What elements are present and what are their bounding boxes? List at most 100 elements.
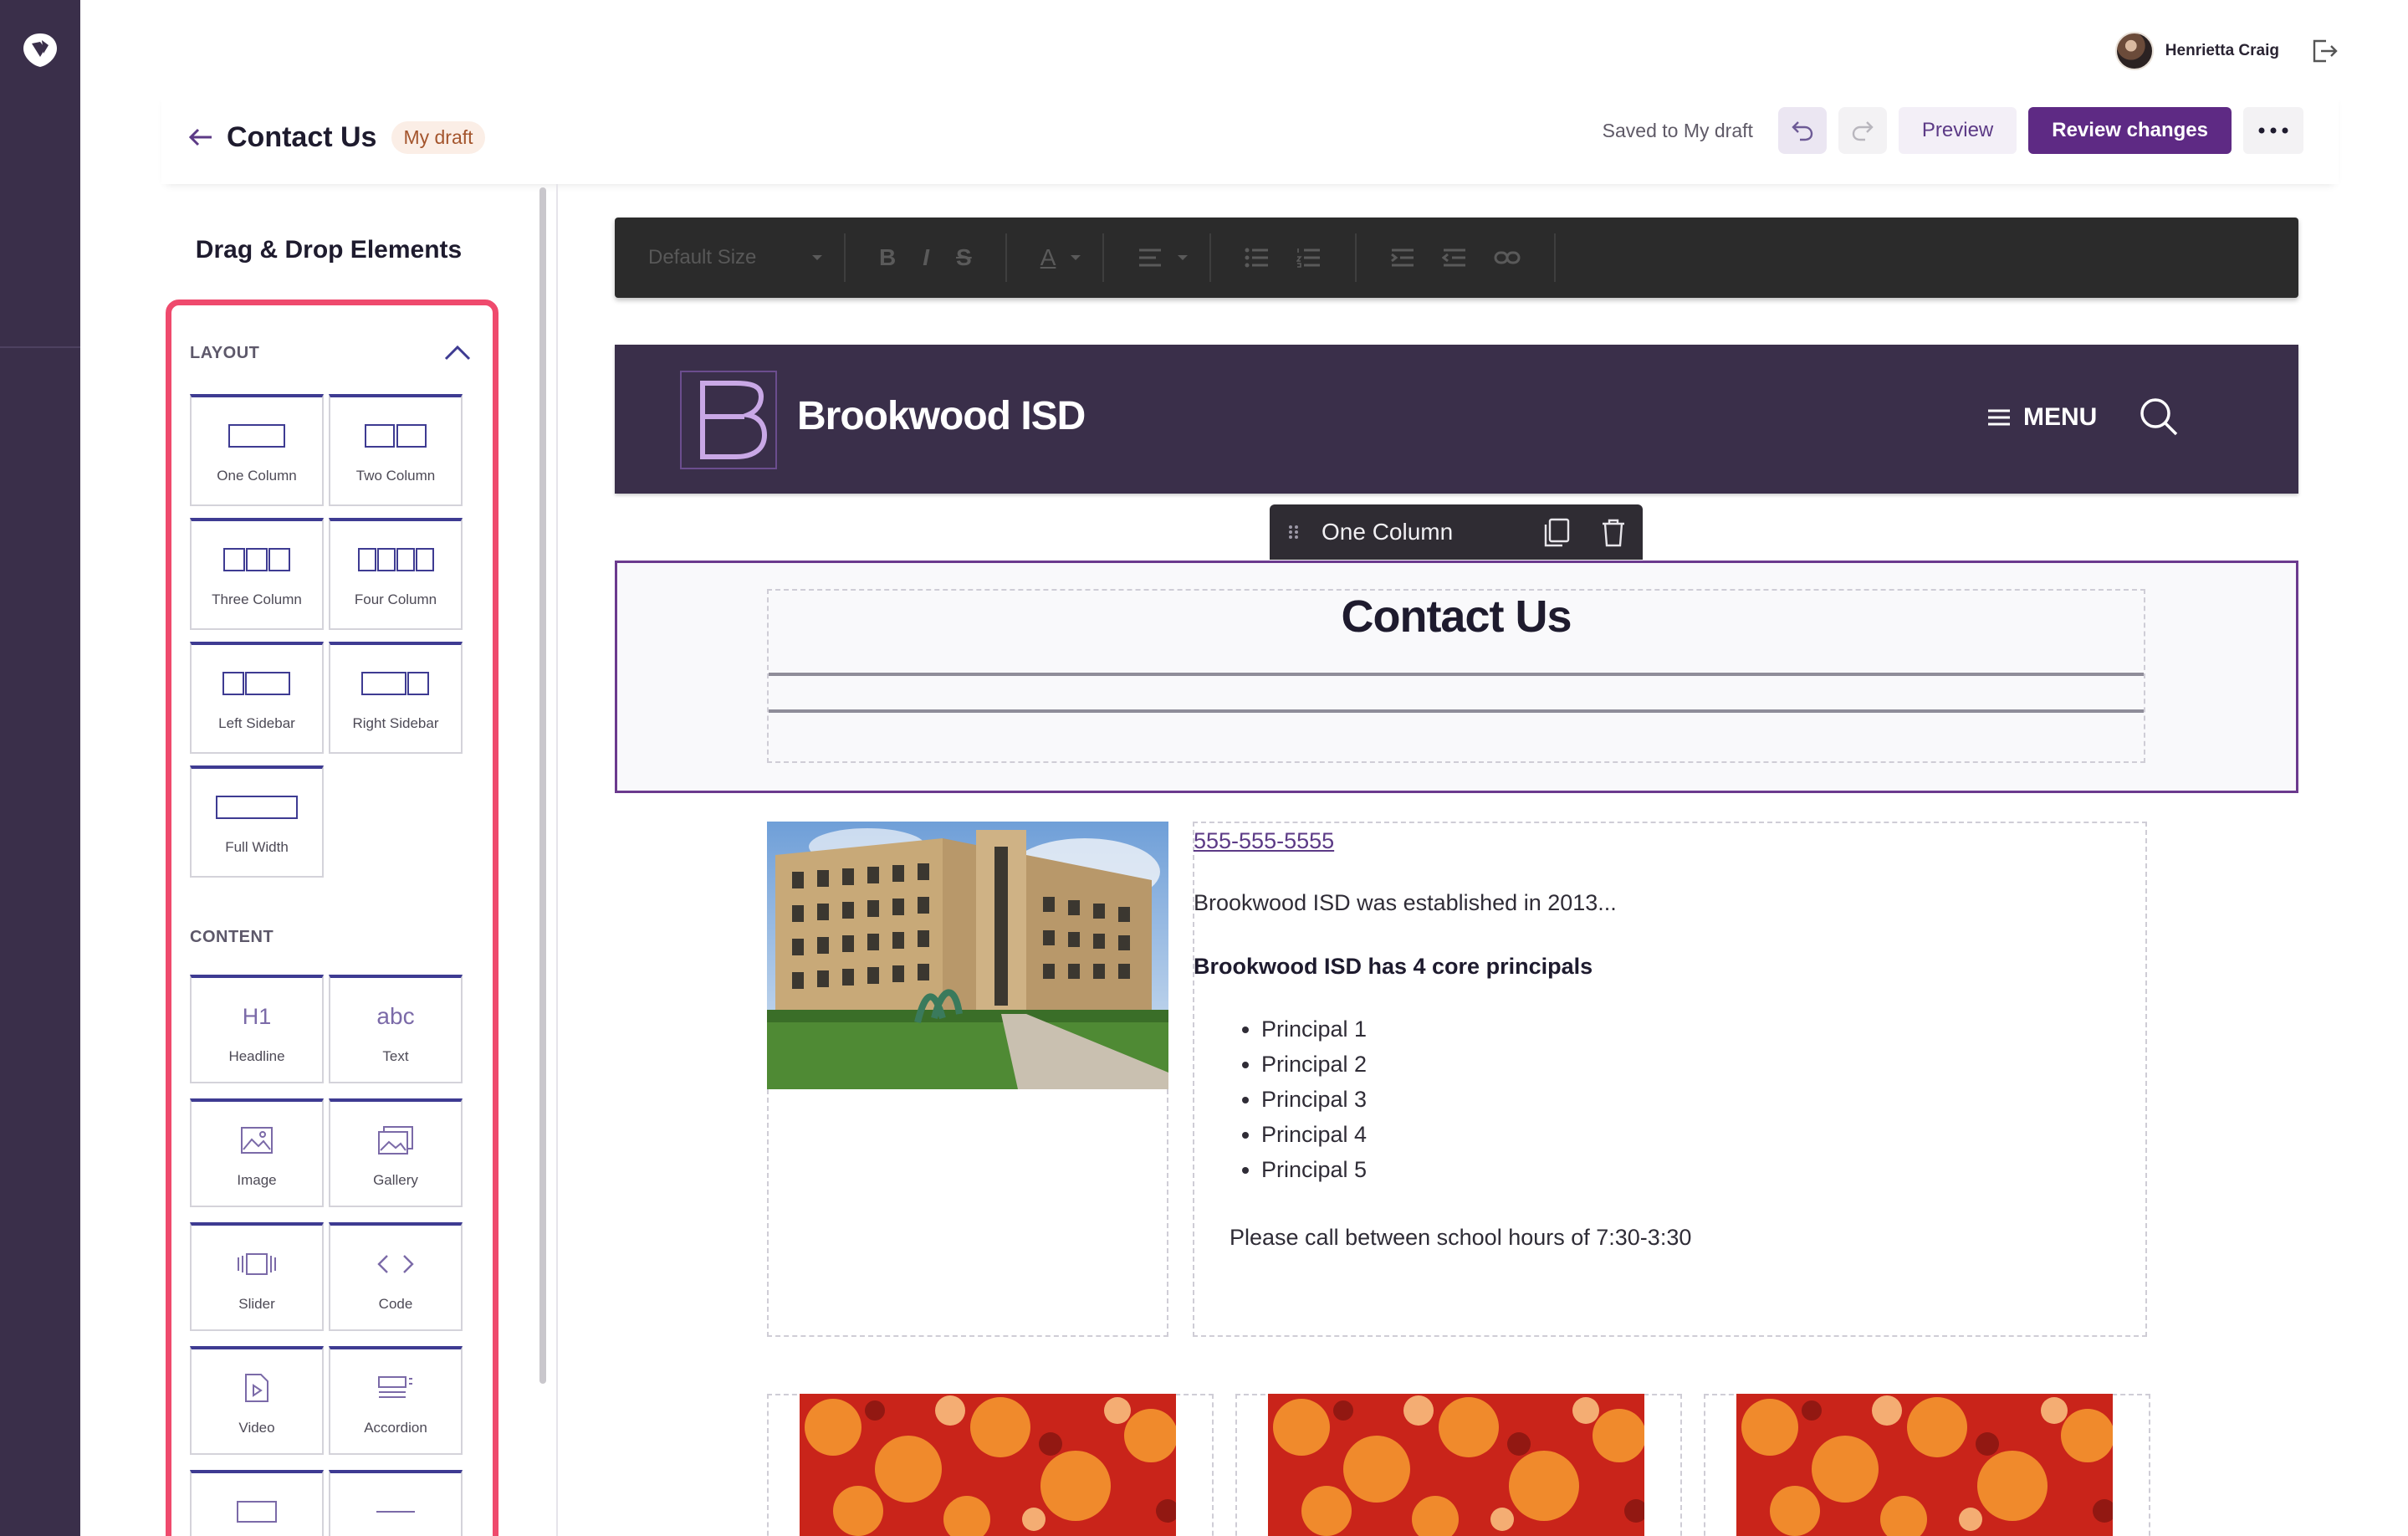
content-tile-headline[interactable]: H1 Headline xyxy=(190,975,324,1083)
panel-scrollbar[interactable] xyxy=(539,187,546,1384)
established-text[interactable]: Brookwood ISD was established in 2013... xyxy=(1194,890,1617,916)
principals-heading[interactable]: Brookwood ISD has 4 core principals xyxy=(1194,954,1593,980)
content-tile-accordion[interactable]: Accordion xyxy=(329,1346,463,1455)
outdent-icon[interactable] xyxy=(1442,248,1467,268)
autumn-leaves-image[interactable] xyxy=(800,1394,1176,1536)
italic-button[interactable]: I xyxy=(923,244,929,271)
principals-list[interactable]: Principal 1 Principal 2 Principal 3 Prin… xyxy=(1231,1014,1367,1190)
layout-tile-left-sidebar[interactable]: Left Sidebar xyxy=(190,642,324,754)
content-tile-gallery[interactable]: Gallery xyxy=(329,1098,463,1207)
redo-icon xyxy=(1852,121,1874,141)
right-sidebar-icon xyxy=(361,672,429,695)
chevron-down-icon xyxy=(812,255,822,260)
chevron-down-icon[interactable] xyxy=(1176,253,1189,262)
redo-button[interactable] xyxy=(1838,107,1887,154)
drag-handle-icon[interactable] xyxy=(1286,523,1305,541)
undo-button[interactable] xyxy=(1777,107,1827,154)
draft-badge: My draft xyxy=(391,120,485,154)
tile-label: One Column xyxy=(217,468,297,484)
panel-title: Drag & Drop Elements xyxy=(195,236,463,264)
review-changes-button[interactable]: Review changes xyxy=(2028,107,2232,154)
content-tile-text[interactable]: abc Text xyxy=(329,975,463,1083)
block-type-label: One Column xyxy=(1322,519,1454,545)
layout-tile-full-width[interactable]: Full Width xyxy=(190,765,324,878)
content-tile-slider[interactable]: Slider xyxy=(190,1222,324,1331)
autumn-leaves-image[interactable] xyxy=(1736,1394,2113,1536)
heading-rule xyxy=(769,709,2144,713)
toolbar-divider xyxy=(1102,233,1105,282)
text-icon: abc xyxy=(376,1003,415,1029)
preview-button[interactable]: Preview xyxy=(1898,107,2017,154)
list-item: Principal 4 xyxy=(1261,1119,1367,1155)
list-item: Principal 3 xyxy=(1261,1084,1367,1119)
layout-tile-right-sidebar[interactable]: Right Sidebar xyxy=(329,642,463,754)
content-tile-button[interactable] xyxy=(190,1470,324,1536)
format-toolbar: Default Size B I S A xyxy=(615,218,2298,298)
tile-label: Headline xyxy=(228,1048,285,1064)
four-column-icon xyxy=(358,548,434,571)
strikethrough-button[interactable]: S xyxy=(956,244,972,271)
content-tile-image[interactable]: Image xyxy=(190,1098,324,1207)
elements-panel: LAYOUT One Column Two Column Three Colum… xyxy=(166,300,498,1536)
font-size-select[interactable]: Default Size xyxy=(648,246,824,269)
toolbar-divider xyxy=(1005,233,1007,282)
avatar[interactable] xyxy=(2114,32,2154,70)
layout-tile-four-column[interactable]: Four Column xyxy=(329,518,463,630)
divider-icon xyxy=(376,1511,415,1513)
tile-label: Gallery xyxy=(373,1172,418,1188)
chevron-down-icon[interactable] xyxy=(1069,253,1082,262)
phone-link[interactable]: 555-555-5555 xyxy=(1194,828,1334,854)
layout-tile-three-column[interactable]: Three Column xyxy=(190,518,324,630)
gallery-icon xyxy=(378,1126,413,1155)
more-options-button[interactable] xyxy=(2243,107,2303,154)
tile-label: Slider xyxy=(238,1296,275,1312)
align-icon[interactable] xyxy=(1138,248,1163,268)
duplicate-icon[interactable] xyxy=(1542,518,1571,548)
app-rail xyxy=(0,0,80,1536)
text-color-button[interactable]: A xyxy=(1040,244,1056,271)
call-hours-note[interactable]: Please call between school hours of 7:30… xyxy=(1230,1225,1691,1251)
indent-icon[interactable] xyxy=(1390,248,1415,268)
delete-icon[interactable] xyxy=(1601,518,1626,548)
three-column-icon xyxy=(223,548,290,571)
accordion-icon xyxy=(378,1376,412,1398)
tile-label: Four Column xyxy=(354,591,437,607)
layout-tile-two-column[interactable]: Two Column xyxy=(329,394,463,506)
user-bar: Henrietta Craig xyxy=(2114,30,2341,72)
layout-tile-one-column[interactable]: One Column xyxy=(190,394,324,506)
bullet-list-icon[interactable] xyxy=(1245,248,1270,268)
page-header: Contact Us My draft Saved to My draft Pr… xyxy=(161,90,2339,184)
content-section-label: CONTENT xyxy=(190,928,274,946)
list-item: Principal 1 xyxy=(1261,1014,1367,1049)
link-icon[interactable] xyxy=(1494,249,1521,266)
tile-label: Accordion xyxy=(364,1420,427,1436)
list-item: Principal 2 xyxy=(1261,1049,1367,1084)
headline-icon: H1 xyxy=(242,1003,272,1029)
app-logo-icon[interactable] xyxy=(22,32,59,69)
autumn-leaves-image[interactable] xyxy=(1268,1394,1644,1536)
back-arrow-icon[interactable] xyxy=(187,123,215,151)
site-name: Brookwood ISD xyxy=(797,394,1086,438)
toolbar-divider xyxy=(1554,233,1557,282)
block-heading[interactable]: Contact Us xyxy=(767,591,2145,643)
content-tile-divider[interactable] xyxy=(329,1470,463,1536)
video-icon xyxy=(245,1374,268,1402)
rail-divider xyxy=(0,346,80,348)
content-tile-code[interactable]: Code xyxy=(329,1222,463,1331)
more-icon xyxy=(2258,127,2288,134)
tile-label: Three Column xyxy=(212,591,302,607)
school-building-image[interactable] xyxy=(767,822,1168,1089)
bold-button[interactable]: B xyxy=(879,244,896,271)
full-width-icon xyxy=(216,796,298,819)
numbered-list-icon[interactable] xyxy=(1296,248,1322,268)
user-name[interactable]: Henrietta Craig xyxy=(2165,42,2279,60)
logout-icon[interactable] xyxy=(2308,34,2341,68)
tile-label: Left Sidebar xyxy=(218,715,295,731)
content-tile-video[interactable]: Video xyxy=(190,1346,324,1455)
site-header[interactable]: Brookwood ISD MENU xyxy=(615,345,2298,494)
search-icon[interactable] xyxy=(2139,397,2179,437)
site-menu-button[interactable]: MENU xyxy=(1986,403,2097,432)
chevron-up-icon[interactable] xyxy=(442,342,473,362)
image-icon xyxy=(241,1127,273,1154)
tile-label: Right Sidebar xyxy=(352,715,439,731)
